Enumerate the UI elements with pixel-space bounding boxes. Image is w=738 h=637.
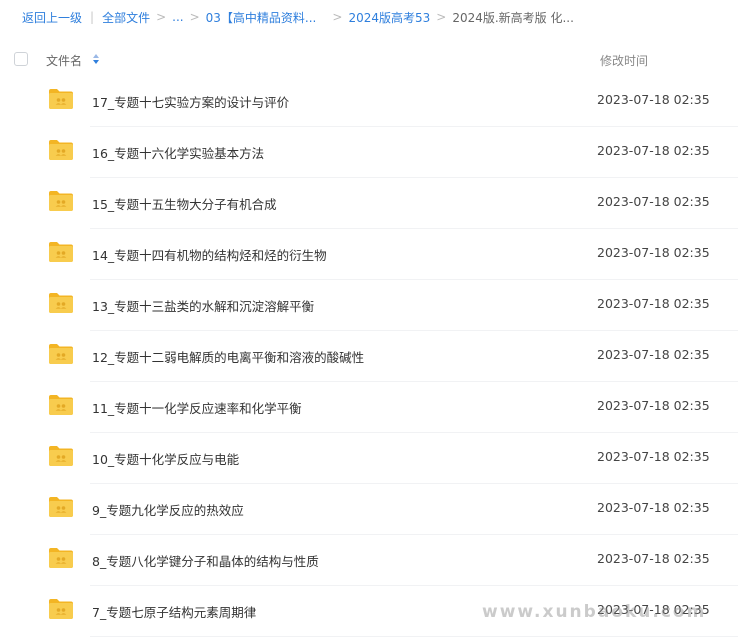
modified-time: 2023-07-18 02:35 [597,449,710,464]
breadcrumb-folder-2024[interactable]: 2024版高考53 [348,9,430,26]
folder-icon [49,395,73,415]
column-header-modified-time[interactable]: 修改时间 [600,52,648,69]
file-name[interactable]: 10_专题十化学反应与电能 [92,449,239,468]
file-row[interactable]: 9_专题九化学反应的热效应 2023-07-18 02:35 [0,484,738,535]
folder-icon [49,497,73,517]
file-name[interactable]: 11_专题十一化学反应速率和化学平衡 [92,398,302,417]
modified-time: 2023-07-18 02:35 [597,143,710,158]
file-row[interactable]: 14_专题十四有机物的结构烃和烃的衍生物 2023-07-18 02:35 [0,229,738,280]
modified-time: 2023-07-18 02:35 [597,347,710,362]
file-row[interactable]: 13_专题十三盐类的水解和沉淀溶解平衡 2023-07-18 02:35 [0,280,738,331]
file-row[interactable]: 12_专题十二弱电解质的电离平衡和溶液的酸碱性 2023-07-18 02:35 [0,331,738,382]
table-header: 文件名 修改时间 [0,44,738,76]
file-name[interactable]: 17_专题十七实验方案的设计与评价 [92,92,289,111]
chevron-right-icon: > [436,10,447,24]
folder-icon [49,89,73,109]
modified-time: 2023-07-18 02:35 [597,296,710,311]
chevron-right-icon: > [156,10,167,24]
modified-time: 2023-07-18 02:35 [597,92,710,107]
modified-time: 2023-07-18 02:35 [597,551,710,566]
breadcrumb-current-folder: 2024版.新高考版 化... [452,10,574,25]
back-link[interactable]: 返回上一级 [22,9,82,26]
folder-icon [49,344,73,364]
folder-icon [49,446,73,466]
folder-icon [49,599,73,619]
file-name[interactable]: 8_专题八化学键分子和晶体的结构与性质 [92,551,319,570]
breadcrumb-ellipsis[interactable]: ... [172,10,183,24]
file-name[interactable]: 14_专题十四有机物的结构烃和烃的衍生物 [92,245,327,264]
file-row[interactable]: 11_专题十一化学反应速率和化学平衡 2023-07-18 02:35 [0,382,738,433]
file-row[interactable]: 15_专题十五生物大分子有机合成 2023-07-18 02:35 [0,178,738,229]
select-all-checkbox[interactable] [14,52,28,66]
file-row[interactable]: 10_专题十化学反应与电能 2023-07-18 02:35 [0,433,738,484]
sort-icon[interactable] [92,53,100,65]
watermark: www.xunbaoku.com [482,602,707,622]
folder-icon [49,191,73,211]
file-row[interactable]: 16_专题十六化学实验基本方法 2023-07-18 02:35 [0,127,738,178]
folder-icon [49,548,73,568]
file-row[interactable]: 8_专题八化学键分子和晶体的结构与性质 2023-07-18 02:35 [0,535,738,586]
chevron-right-icon: > [332,10,343,24]
file-name[interactable]: 16_专题十六化学实验基本方法 [92,143,264,162]
breadcrumb-divider: | [90,10,95,24]
folder-icon [49,140,73,160]
folder-icon [49,293,73,313]
file-name[interactable]: 7_专题七原子结构元素周期律 [92,602,256,621]
file-row[interactable]: 17_专题十七实验方案的设计与评价 2023-07-18 02:35 [0,76,738,127]
file-name[interactable]: 9_专题九化学反应的热效应 [92,500,244,519]
folder-icon [49,242,73,262]
file-name[interactable]: 15_专题十五生物大分子有机合成 [92,194,277,213]
file-list: 17_专题十七实验方案的设计与评价 2023-07-18 02:35 16_专题… [0,76,738,637]
file-name[interactable]: 12_专题十二弱电解质的电离平衡和溶液的酸碱性 [92,347,364,366]
modified-time: 2023-07-18 02:35 [597,245,710,260]
modified-time: 2023-07-18 02:35 [597,194,710,209]
breadcrumb-folder-03[interactable]: 03【高中精品资料... [206,9,317,26]
modified-time: 2023-07-18 02:35 [597,500,710,515]
chevron-right-icon: > [189,10,200,24]
column-header-name[interactable]: 文件名 [46,52,82,69]
breadcrumb: 返回上一级 | 全部文件 > ... > 03【高中精品资料... > 2024… [22,8,574,26]
modified-time: 2023-07-18 02:35 [597,398,710,413]
file-name[interactable]: 13_专题十三盐类的水解和沉淀溶解平衡 [92,296,314,315]
breadcrumb-all-files[interactable]: 全部文件 [102,9,150,26]
